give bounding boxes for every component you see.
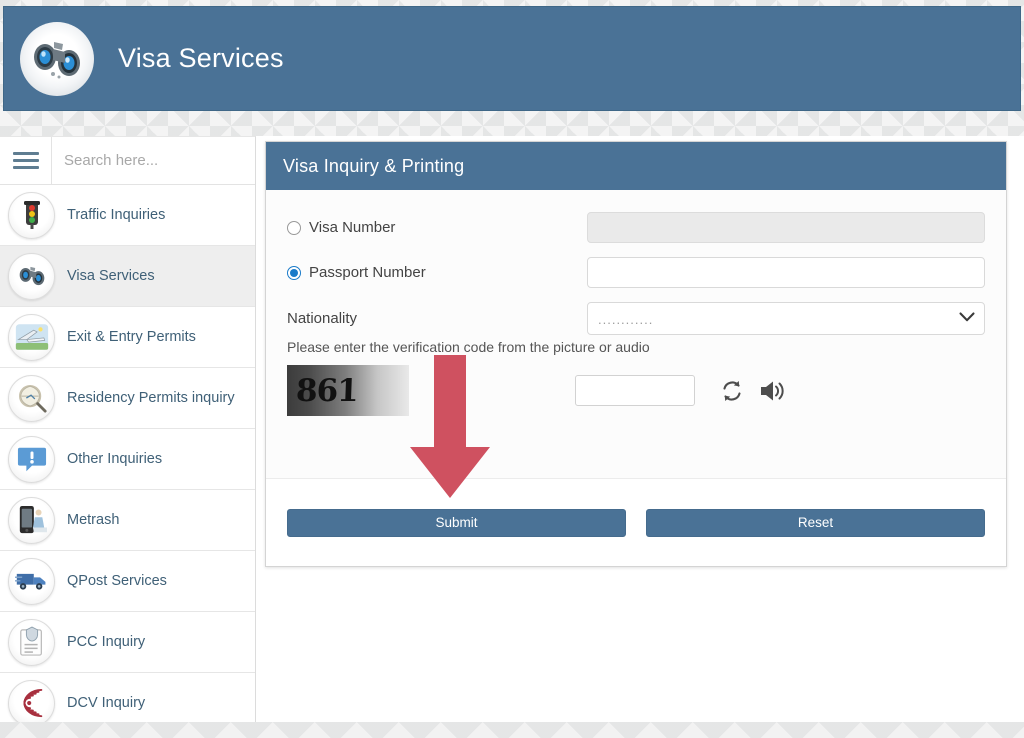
refresh-icon[interactable]	[719, 378, 745, 404]
passport-number-label: Passport Number	[309, 264, 426, 281]
search-input[interactable]	[52, 137, 263, 184]
nationality-label: Nationality	[287, 310, 358, 327]
magnifier-globe-icon	[8, 374, 55, 422]
visa-inquiry-panel: Visa Inquiry & Printing Visa Number Pass…	[265, 141, 1007, 567]
app-header: Visa Services	[3, 6, 1021, 111]
bottom-background-strip	[0, 722, 1024, 738]
captcha-hint: Please enter the verification code from …	[287, 339, 650, 355]
sidebar-item-label: Residency Permits inquiry	[67, 390, 235, 406]
traffic-light-icon	[8, 191, 55, 239]
panel-footer: Submit Reset	[266, 478, 1006, 566]
passport-number-radio[interactable]	[287, 265, 301, 280]
hamburger-menu-icon[interactable]	[0, 137, 52, 184]
nationality-select-wrap: ............	[587, 302, 985, 335]
visa-number-option[interactable]: Visa Number	[287, 219, 587, 236]
reset-button[interactable]: Reset	[646, 508, 985, 537]
sidebar-item-label: QPost Services	[67, 573, 167, 589]
passport-number-option[interactable]: Passport Number	[287, 264, 587, 281]
airplane-icon	[8, 313, 55, 361]
nationality-label-col: Nationality	[287, 310, 587, 327]
captcha-row: 861	[287, 365, 985, 416]
captcha-input[interactable]	[575, 375, 695, 406]
submit-button[interactable]: Submit	[287, 508, 626, 537]
sidebar-item-label: PCC Inquiry	[67, 634, 146, 650]
fingerprint-icon	[8, 679, 55, 727]
delivery-truck-icon	[8, 557, 55, 605]
mobile-phone-icon	[8, 496, 55, 544]
nationality-select[interactable]: ............	[587, 302, 985, 335]
sidebar-item-label: DCV Inquiry	[67, 695, 146, 711]
certificate-icon	[8, 618, 55, 666]
visa-number-label: Visa Number	[309, 219, 396, 236]
sidebar-item-pcc-inquiry[interactable]: PCC Inquiry	[0, 612, 255, 673]
panel-title: Visa Inquiry & Printing	[283, 155, 465, 176]
sidebar-item-traffic-inquiries[interactable]: Traffic Inquiries	[0, 185, 255, 246]
sidebar-item-exit-entry-permits[interactable]: Exit & Entry Permits	[0, 307, 255, 368]
passport-number-row: Passport Number	[287, 257, 985, 288]
visa-number-input[interactable]	[587, 212, 985, 243]
passport-number-input[interactable]	[587, 257, 985, 288]
sidebar-item-label: Visa Services	[67, 268, 155, 284]
sidebar-item-label: Exit & Entry Permits	[67, 329, 196, 345]
sidebar-item-qpost-services[interactable]: QPost Services	[0, 551, 255, 612]
exclamation-bubble-icon	[8, 435, 55, 483]
captcha-image: 861	[287, 365, 409, 416]
panel-header: Visa Inquiry & Printing	[266, 142, 1006, 190]
nationality-row: Nationality ............	[287, 302, 985, 335]
visa-number-row: Visa Number	[287, 212, 985, 243]
sidebar-item-metrash[interactable]: Metrash	[0, 490, 255, 551]
sidebar-item-residency-permits-inquiry[interactable]: Residency Permits inquiry	[0, 368, 255, 429]
captcha-code-text: 861	[295, 372, 359, 409]
sidebar-item-label: Metrash	[67, 512, 120, 528]
sidebar-item-visa-services[interactable]: Visa Services	[0, 246, 255, 307]
sidebar-item-label: Other Inquiries	[67, 451, 163, 467]
speaker-icon[interactable]	[759, 378, 787, 404]
binoculars-icon	[20, 21, 94, 96]
page-title: Visa Services	[118, 43, 284, 73]
binoculars-icon	[8, 252, 55, 300]
visa-number-radio[interactable]	[287, 220, 301, 235]
sidebar-search-row	[0, 137, 263, 185]
sidebar-item-other-inquiries[interactable]: Other Inquiries	[0, 429, 255, 490]
sidebar: Traffic Inquiries Visa Services	[0, 136, 263, 734]
sidebar-item-label: Traffic Inquiries	[67, 207, 166, 223]
